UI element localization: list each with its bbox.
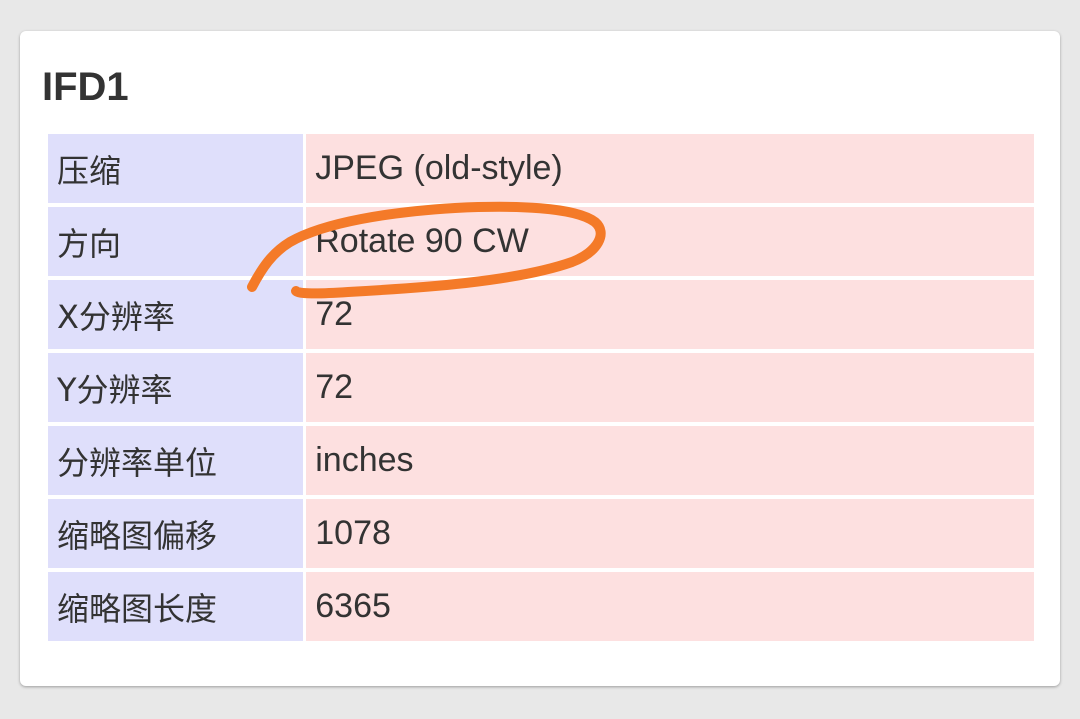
row-value: inches	[306, 426, 1034, 495]
row-value: 72	[306, 280, 1034, 349]
row-value: Rotate 90 CW	[306, 207, 1034, 276]
exif-table: 压缩 JPEG (old-style) 方向 Rotate 90 CW X分辨率…	[45, 130, 1037, 645]
section-title: IFD1	[42, 65, 129, 109]
row-key: 分辨率单位	[48, 426, 304, 495]
row-key: Y分辨率	[48, 353, 304, 422]
table-row: 分辨率单位 inches	[48, 426, 1034, 495]
row-value: 72	[306, 353, 1034, 422]
row-value: JPEG (old-style)	[306, 134, 1034, 203]
row-value: 6365	[306, 572, 1034, 641]
row-key: X分辨率	[48, 280, 304, 349]
table-row: Y分辨率 72	[48, 353, 1034, 422]
row-key: 缩略图偏移	[48, 499, 304, 568]
row-key: 方向	[48, 207, 304, 276]
table-row: 缩略图长度 6365	[48, 572, 1034, 641]
row-key: 缩略图长度	[48, 572, 304, 641]
table-row: 方向 Rotate 90 CW	[48, 207, 1034, 276]
table-row: 压缩 JPEG (old-style)	[48, 134, 1034, 203]
table-row: 缩略图偏移 1078	[48, 499, 1034, 568]
row-value: 1078	[306, 499, 1034, 568]
row-key: 压缩	[48, 134, 304, 203]
table-row: X分辨率 72	[48, 280, 1034, 349]
